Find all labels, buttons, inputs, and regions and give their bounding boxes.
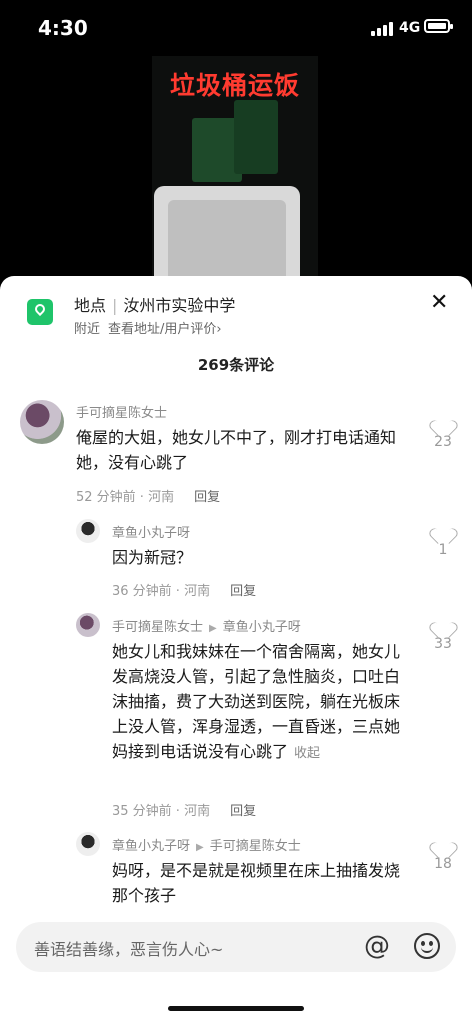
- emoji-icon[interactable]: [414, 933, 440, 959]
- like-count: 1: [438, 542, 448, 558]
- tub-shape: [154, 186, 300, 282]
- comment-meta: 35 分钟前 · 河南 回复: [112, 800, 256, 819]
- battery-icon: [424, 19, 453, 33]
- like-count: 33: [434, 636, 452, 652]
- reply-button[interactable]: 回复: [230, 804, 256, 819]
- comment-text-body: 她女儿和我妹妹在一个宿舍隔离，她女儿发高烧没人管，引起了急性脑炎，口吐白沫抽搐，…: [112, 642, 401, 761]
- avatar[interactable]: [76, 519, 100, 543]
- reply-button[interactable]: 回复: [194, 490, 220, 505]
- heart-icon: [434, 522, 452, 538]
- network-type: 4G: [399, 20, 421, 36]
- reply-button[interactable]: 回复: [230, 584, 256, 599]
- comment-text: 因为新冠？: [112, 548, 193, 567]
- like-count: 23: [434, 434, 452, 450]
- status-time: 4:30: [38, 16, 88, 40]
- status-bar: 4:30 4G: [0, 0, 472, 58]
- comment-count: 269条评论: [197, 356, 275, 374]
- location-details-link[interactable]: 查看地址/用户评价: [108, 322, 216, 337]
- comment-meta: 52 分钟前 · 河南 回复: [76, 486, 220, 505]
- location-place: 汝州市实验中学: [123, 296, 236, 315]
- comment-text: 妈呀，是不是就是视频里在床上抽搐发烧那个孩子: [112, 861, 401, 905]
- reply-arrow-icon: ▶: [196, 842, 204, 853]
- comment-input[interactable]: 善语结善缘，恶言伤人心~ @: [16, 922, 456, 972]
- reply-to-username[interactable]: 章鱼小丸子呀: [223, 620, 301, 635]
- like-button[interactable]: 23: [428, 414, 458, 450]
- signal-icon: [371, 22, 393, 36]
- chevron-right-icon: ›: [216, 322, 222, 337]
- avatar[interactable]: [76, 613, 100, 637]
- heart-icon: [434, 616, 452, 632]
- comment-username: 章鱼小丸子呀 ▶ 手可摘星陈女士: [112, 835, 301, 854]
- close-icon[interactable]: ✕: [430, 290, 448, 315]
- like-count: 18: [434, 856, 452, 872]
- comment-username[interactable]: 章鱼小丸子呀: [112, 839, 190, 854]
- at-icon[interactable]: @: [364, 931, 390, 961]
- reply-to-username[interactable]: 手可摘星陈女士: [210, 839, 301, 854]
- like-button[interactable]: 33: [428, 616, 458, 652]
- reply-arrow-icon: ▶: [209, 623, 217, 634]
- heart-icon: [434, 836, 452, 852]
- comment-time-place: 35 分钟前 · 河南: [112, 804, 211, 819]
- comment-username: 手可摘星陈女士 ▶ 章鱼小丸子呀: [112, 616, 301, 635]
- heart-icon: [434, 414, 452, 430]
- location-subtitle[interactable]: 附近 查看地址/用户评价›: [74, 318, 222, 337]
- avatar[interactable]: [20, 400, 64, 444]
- avatar[interactable]: [76, 832, 100, 856]
- comment-text: 俺屋的大姐，她女儿不中了，刚才打电话通知她，没有心跳了: [76, 428, 397, 472]
- comment-input-placeholder: 善语结善缘，恶言伤人心~: [34, 940, 224, 959]
- trash-bin-shape: [234, 100, 278, 174]
- comment-text: 她女儿和我妹妹在一个宿舍隔离，她女儿发高烧没人管，引起了急性脑炎，口吐白沫抽搐，…: [112, 639, 402, 766]
- comment-username[interactable]: 手可摘星陈女士: [112, 620, 203, 635]
- home-indicator: [168, 1006, 304, 1011]
- collapse-button[interactable]: 收起: [294, 746, 320, 761]
- comment-time-place: 36 分钟前 · 河南: [112, 584, 211, 599]
- location-nearby: 附近: [74, 322, 101, 337]
- like-button[interactable]: 1: [428, 522, 458, 558]
- comment-meta: 36 分钟前 · 河南 回复: [112, 580, 256, 599]
- location-pin-icon[interactable]: [27, 299, 53, 325]
- like-button[interactable]: 18: [428, 836, 458, 872]
- location-label: 地点: [74, 296, 107, 315]
- comment-time-place: 52 分钟前 · 河南: [76, 490, 175, 505]
- video-overlay-title: 垃圾桶运饭: [169, 71, 300, 100]
- comment-username[interactable]: 手可摘星陈女士: [76, 402, 167, 421]
- location-title[interactable]: 地点 | 汝州市实验中学: [74, 292, 235, 316]
- comment-username[interactable]: 章鱼小丸子呀: [112, 522, 190, 541]
